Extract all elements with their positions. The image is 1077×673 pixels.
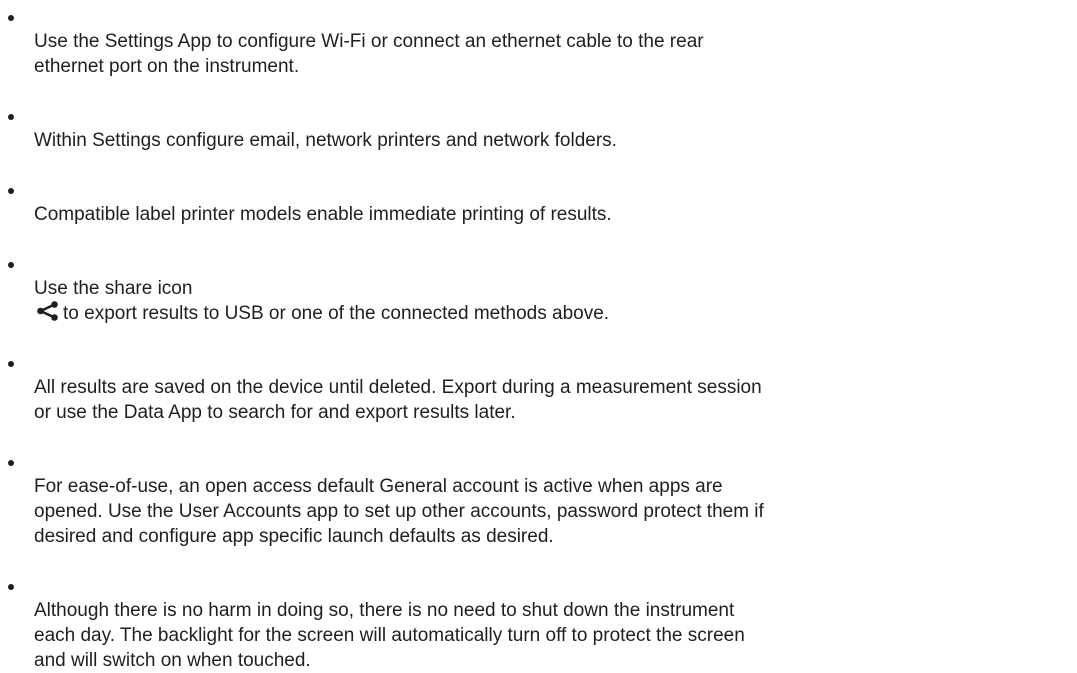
bullet-dot — [8, 460, 14, 466]
bullet-text: Use the Settings App to configure Wi-Fi … — [34, 31, 704, 77]
bullet-text: All results are saved on the device unti… — [34, 377, 762, 423]
bullet-dot — [8, 262, 14, 268]
bullet-text: Compatible label printer models enable i… — [34, 204, 612, 225]
bullet-text: Although there is no harm in doing so, t… — [34, 600, 745, 671]
bullet-item-settings: Within Settings configure email, network… — [8, 103, 1077, 153]
bullet-item-network: Use the Settings App to configure Wi-Fi … — [8, 4, 1077, 79]
bullet-item-label-printer: Compatible label printer models enable i… — [8, 177, 1077, 227]
bullet-item-results: All results are saved on the device unti… — [8, 350, 1077, 425]
bullet-text-after-icon: to export results to USB or one of the c… — [63, 303, 610, 324]
bullet-dot — [8, 584, 14, 590]
bullet-item-shutdown: Although there is no harm in doing so, t… — [8, 573, 1077, 673]
bullet-item-accounts: For ease-of-use, an open access default … — [8, 449, 1077, 549]
share-icon — [37, 301, 58, 321]
bullet-dot — [8, 114, 14, 120]
bullet-dot — [8, 361, 14, 367]
bullet-text-before-icon: Use the share icon — [34, 278, 193, 299]
bullet-text: For ease-of-use, an open access default … — [34, 476, 764, 547]
bullet-item-share: Use the share icon to export results to … — [8, 251, 1077, 326]
document-page: Use the Settings App to configure Wi-Fi … — [0, 0, 1077, 671]
bullet-dot — [8, 188, 14, 194]
bullet-dot — [8, 15, 14, 21]
bullet-list: Use the Settings App to configure Wi-Fi … — [0, 4, 1077, 673]
bullet-text: Within Settings configure email, network… — [34, 130, 617, 151]
